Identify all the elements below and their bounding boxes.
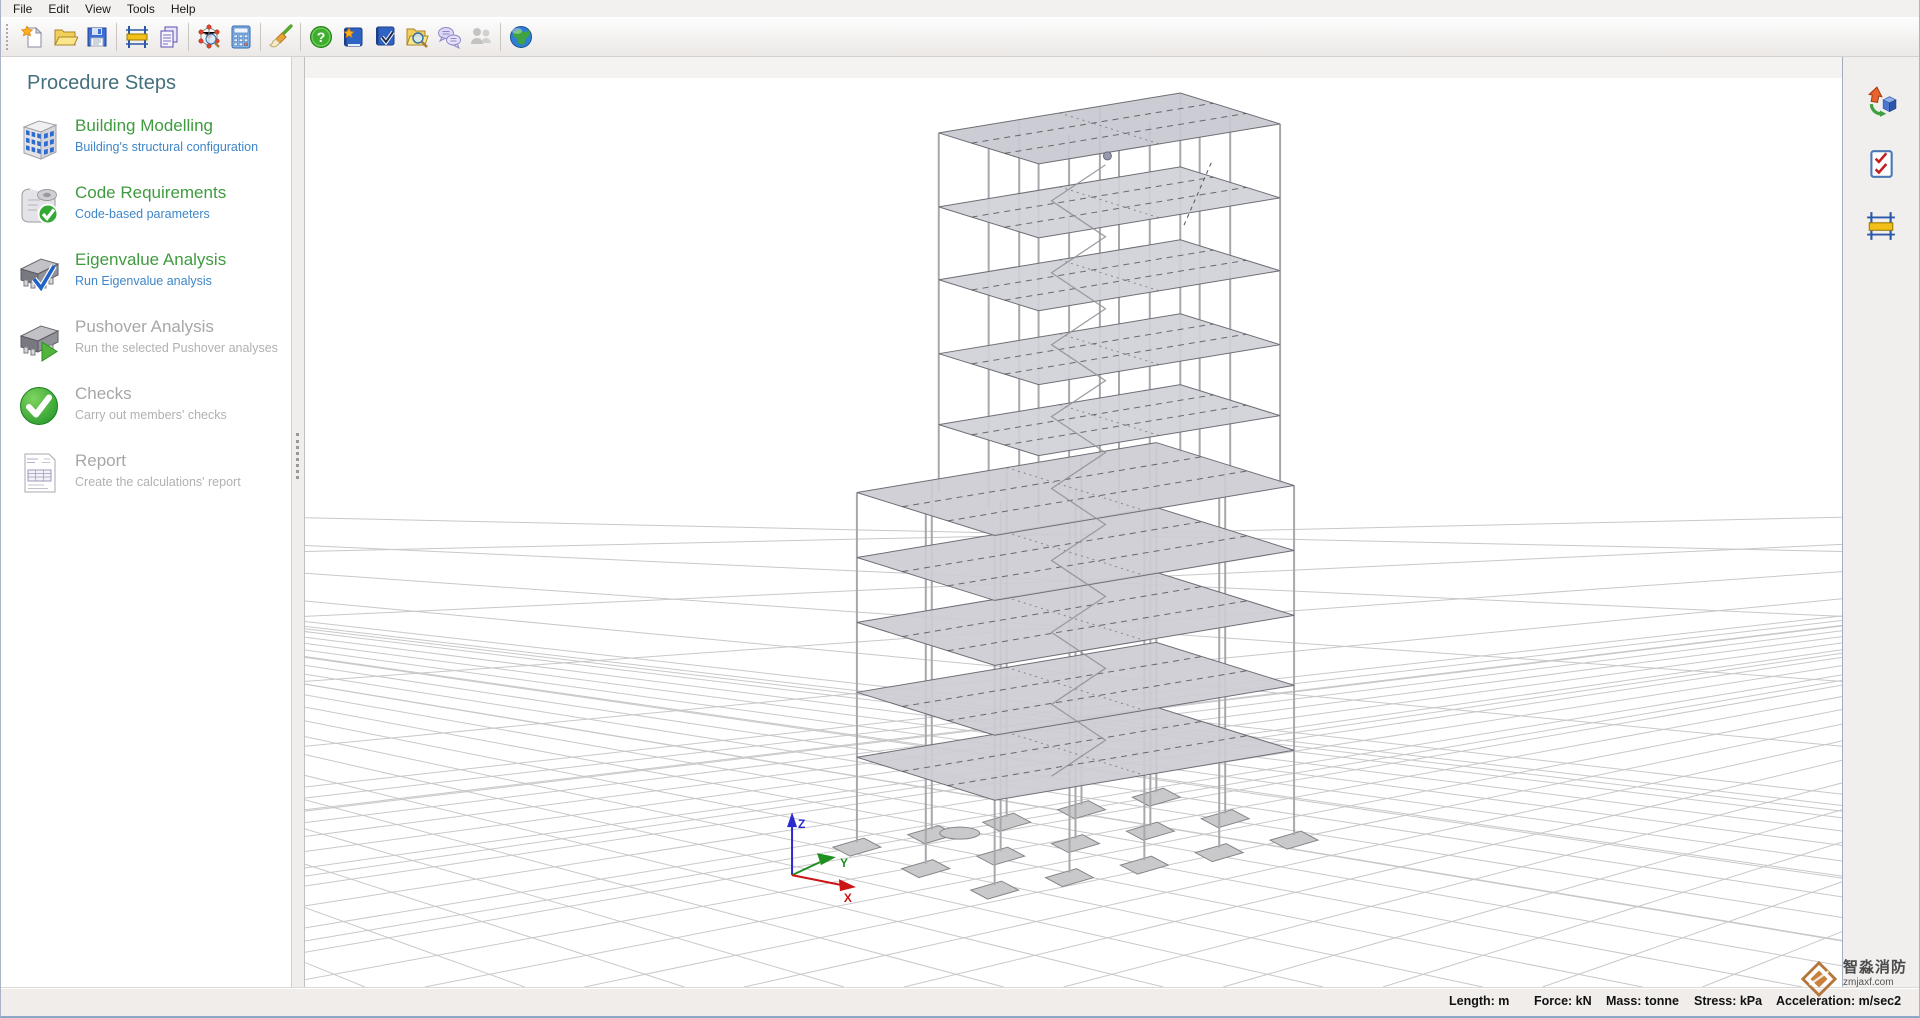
axis-label-z: Z <box>798 817 805 831</box>
frame-properties-button[interactable] <box>1861 206 1901 246</box>
support-disabled-icon <box>468 24 494 50</box>
step-title: Checks <box>75 384 227 404</box>
app-window: File Edit View Tools Help ? Procedure St… <box>0 0 1920 1018</box>
forum-button[interactable] <box>433 22 464 53</box>
step-title: Pushover Analysis <box>75 317 278 337</box>
toolbar-separator <box>500 23 501 51</box>
step-subtitle: Run Eigenvalue analysis <box>75 274 226 288</box>
book-star-icon <box>340 24 366 50</box>
refresh-model-button[interactable] <box>1861 82 1901 122</box>
menu-edit[interactable]: Edit <box>41 1 78 17</box>
tutorials-button[interactable] <box>337 22 368 53</box>
step-title: Building Modelling <box>75 116 258 136</box>
menu-help[interactable]: Help <box>164 1 205 17</box>
menu-view[interactable]: View <box>78 1 120 17</box>
active-checks-button[interactable] <box>1861 144 1901 184</box>
panel-title: Procedure Steps <box>27 72 291 95</box>
watermark: 智淼消防 zmjaxf.com <box>1800 960 1907 998</box>
calculator-icon <box>228 24 254 50</box>
main-toolbar: ? <box>1 17 1919 57</box>
open-project-button[interactable] <box>49 22 80 53</box>
copy-report-button[interactable] <box>153 22 184 53</box>
model-nodes-icon <box>196 24 222 50</box>
watermark-name: 智淼消防 <box>1843 960 1907 977</box>
refresh-cube-icon <box>1865 86 1897 118</box>
status-force: Force: kN <box>1534 994 1592 1008</box>
paintbrush-icon <box>268 24 294 50</box>
frame-elements-button[interactable] <box>121 22 152 53</box>
model-canvas[interactable]: Z Y X <box>305 57 1842 987</box>
menu-bar: File Edit View Tools Help <box>1 0 1919 17</box>
globe-icon <box>508 24 534 50</box>
speech-bubbles-icon <box>436 24 462 50</box>
status-mass: Mass: tonne <box>1606 994 1679 1008</box>
toolbar-grip[interactable] <box>6 24 11 50</box>
new-model-button[interactable] <box>17 22 48 53</box>
menu-tools[interactable]: Tools <box>120 1 164 17</box>
toolbar-separator <box>116 23 117 51</box>
eigenvalue-machine-icon <box>16 249 62 295</box>
website-button[interactable] <box>505 22 536 53</box>
step-subtitle: Carry out members' checks <box>75 408 227 422</box>
step-subtitle: Building's structural configuration <box>75 140 258 154</box>
documents-icon <box>156 24 182 50</box>
code-scroll-icon <box>16 182 62 228</box>
procedure-steps-panel: Procedure Steps Building Modelling Build… <box>1 57 291 987</box>
checklist-icon <box>1865 148 1897 180</box>
step-subtitle: Code-based parameters <box>75 207 226 221</box>
toolbar-separator <box>260 23 261 51</box>
step-eigenvalue-analysis[interactable]: Eigenvalue Analysis Run Eigenvalue analy… <box>1 249 291 295</box>
step-title: Eigenvalue Analysis <box>75 250 226 270</box>
axis-label-x: X <box>844 891 852 905</box>
save-project-button[interactable] <box>81 22 112 53</box>
step-report: Report Create the calculations' report <box>1 450 291 496</box>
calculator-button[interactable] <box>225 22 256 53</box>
svg-text:?: ? <box>316 29 325 45</box>
watermark-logo-icon <box>1800 960 1838 998</box>
status-length: Length: m <box>1449 994 1509 1008</box>
axes-triad: Z Y X <box>787 812 856 905</box>
book-check-icon <box>372 24 398 50</box>
panel-splitter[interactable] <box>291 57 305 987</box>
step-building-modelling[interactable]: Building Modelling Building's structural… <box>1 115 291 161</box>
building-icon <box>16 115 62 161</box>
frame-beam-icon <box>124 24 150 50</box>
step-checks: Checks Carry out members' checks <box>1 383 291 429</box>
save-floppy-icon <box>84 24 110 50</box>
help-icon: ? <box>308 24 334 50</box>
green-check-icon <box>16 383 62 429</box>
new-document-icon <box>20 24 46 50</box>
report-document-icon <box>16 450 62 496</box>
axis-label-y: Y <box>840 856 848 870</box>
view-3d-model-button[interactable] <box>193 22 224 53</box>
splitter-grip[interactable] <box>296 433 299 479</box>
viewport-3d: Z Y X <box>305 57 1842 987</box>
search-folder-button[interactable] <box>401 22 432 53</box>
frame-beam-icon <box>1865 210 1897 242</box>
step-code-requirements[interactable]: Code Requirements Code-based parameters <box>1 182 291 228</box>
pushover-machine-icon <box>16 316 62 362</box>
toolbar-separator <box>188 23 189 51</box>
toolbar-separator <box>300 23 301 51</box>
technical-support-button <box>465 22 496 53</box>
step-title: Code Requirements <box>75 183 226 203</box>
step-subtitle: Create the calculations' report <box>75 475 241 489</box>
status-bar: Length: m Force: kN Mass: tonne Stress: … <box>1 987 1919 1016</box>
step-pushover-analysis: Pushover Analysis Run the selected Pusho… <box>1 316 291 362</box>
menu-file[interactable]: File <box>6 1 41 17</box>
step-subtitle: Run the selected Pushover analyses <box>75 341 278 355</box>
folder-search-icon <box>404 24 430 50</box>
format-brush-button[interactable] <box>265 22 296 53</box>
help-button[interactable]: ? <box>305 22 336 53</box>
watermark-url: zmjaxf.com <box>1843 977 1907 988</box>
open-folder-icon <box>52 24 78 50</box>
content-area: Procedure Steps Building Modelling Build… <box>1 57 1919 987</box>
user-manual-button[interactable] <box>369 22 400 53</box>
right-toolbar <box>1842 57 1919 987</box>
status-stress: Stress: kPa <box>1694 994 1762 1008</box>
step-title: Report <box>75 451 241 471</box>
